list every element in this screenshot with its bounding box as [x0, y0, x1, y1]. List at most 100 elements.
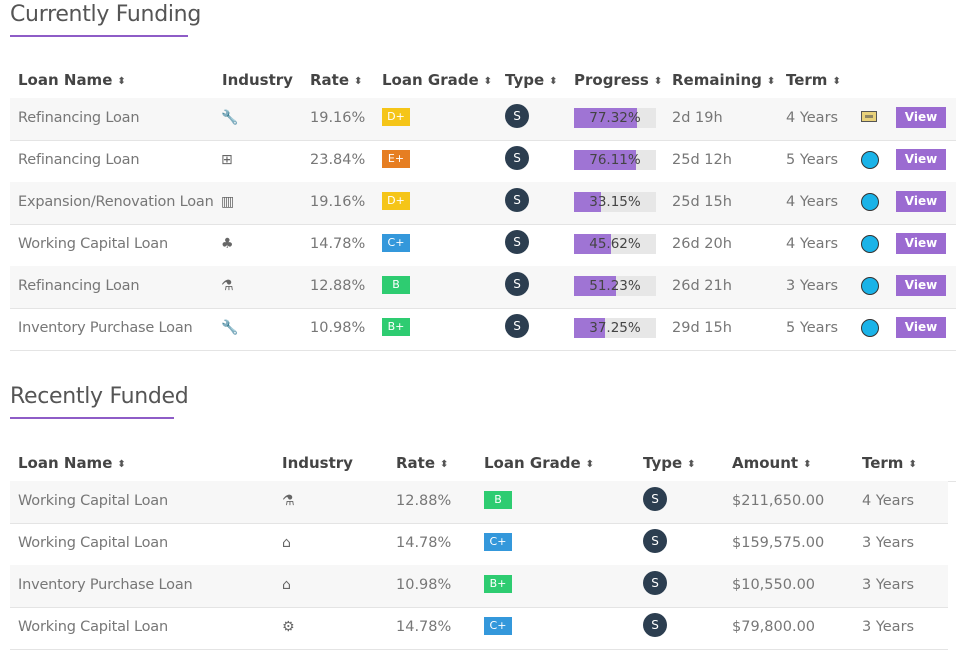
- sort-icon[interactable]: ⬍: [117, 76, 125, 87]
- type-badge: S: [643, 613, 667, 637]
- wrench-icon: 🔧: [221, 320, 239, 336]
- table-row: Inventory Purchase Loan ⌂ 10.98% B+ S $10,550…: [10, 565, 948, 608]
- rate: 12.88%: [396, 493, 452, 509]
- loan-grade-cell: B: [382, 266, 410, 308]
- rate: 10.98%: [310, 320, 366, 336]
- view-button[interactable]: View: [896, 275, 946, 296]
- loan-name: Working Capital Loan: [18, 619, 168, 635]
- rate: 14.78%: [396, 619, 452, 635]
- sort-icon[interactable]: ⬍: [586, 459, 594, 470]
- table-row: Refinancing Loan 🔧 19.16% D+ S 77.32% 2d 19h 4 …: [10, 98, 956, 141]
- sort-icon[interactable]: ⬍: [654, 76, 662, 87]
- sort-icon[interactable]: ⬍: [549, 76, 557, 87]
- type-cell: S: [505, 308, 529, 350]
- view-button[interactable]: View: [896, 233, 946, 254]
- shopping-basket-icon: ⌂: [282, 535, 291, 551]
- column-header-rate[interactable]: Rate ⬍: [396, 454, 448, 472]
- view-button[interactable]: View: [896, 191, 946, 212]
- loan-grade-cell: C+: [484, 607, 512, 649]
- type-cell: S: [643, 481, 667, 523]
- column-header-remaining[interactable]: Remaining ⬍: [672, 71, 775, 89]
- loan-grade-badge: C+: [484, 532, 512, 551]
- wrench-icon: 🔧: [221, 110, 239, 126]
- column-header-label: Industry: [282, 454, 353, 472]
- column-header-loan-name[interactable]: Loan Name ⬍: [18, 71, 126, 89]
- progress-label: 33.15%: [589, 194, 641, 210]
- sort-icon[interactable]: ⬍: [117, 459, 125, 470]
- sort-icon[interactable]: ⬍: [354, 76, 362, 87]
- amount: $211,650.00: [732, 493, 825, 509]
- sort-icon[interactable]: ⬍: [484, 76, 492, 87]
- type-badge: S: [643, 571, 667, 595]
- flask-icon: ⚗: [221, 278, 234, 294]
- column-header-loan-name[interactable]: Loan Name ⬍: [18, 454, 126, 472]
- industry-cell: ⊞: [221, 140, 233, 182]
- remaining: 25d 15h: [672, 194, 732, 210]
- view-button[interactable]: View: [896, 317, 946, 338]
- table-row: Refinancing Loan ⚗ 12.88% B S 51.23% 26d 21h 3 …: [10, 266, 956, 309]
- column-header-type[interactable]: Type ⬍: [643, 454, 696, 472]
- table-row: Working Capital Loan ⌂ 14.78% C+ S $159,575.0…: [10, 523, 948, 566]
- table-row: Working Capital Loan ⚙ 14.78% C+ S $79,800.00…: [10, 607, 948, 650]
- column-header-loan-grade[interactable]: Loan Grade ⬍: [382, 71, 492, 89]
- term: 5 Years: [786, 320, 839, 336]
- table-header: Loan Name ⬍ Industry Rate ⬍ Loan Grade ⬍ Type ⬍ P…: [10, 60, 956, 99]
- blue-circle-icon: [861, 319, 879, 337]
- table-row: Refinancing Loan ⊞ 23.84% E+ S 76.11% 25d 12h 5…: [10, 140, 956, 183]
- column-header-industry[interactable]: Industry: [282, 454, 353, 472]
- loan-grade-cell: B: [484, 481, 512, 523]
- industry-cell: ♣: [221, 224, 234, 266]
- rate: 19.16%: [310, 110, 366, 126]
- table-header: Loan Name ⬍ Industry Rate ⬍ Loan Grade ⬍ Type ⬍ A…: [10, 443, 956, 482]
- type-badge: S: [505, 314, 529, 338]
- blue-circle-icon: [861, 277, 879, 295]
- sort-icon[interactable]: ⬍: [687, 459, 695, 470]
- progress-bar: 51.23%: [574, 276, 656, 296]
- column-header-term[interactable]: Term ⬍: [862, 454, 917, 472]
- type-cell: S: [643, 607, 667, 649]
- title-underline: [10, 35, 188, 37]
- rate: 14.78%: [310, 236, 366, 252]
- loan-grade-badge: C+: [484, 616, 512, 635]
- type-badge: S: [505, 146, 529, 170]
- table-row: Working Capital Loan ⚗ 12.88% B S $211,650.00…: [10, 481, 948, 524]
- loan-name: Inventory Purchase Loan: [18, 577, 193, 593]
- column-header-type[interactable]: Type ⬍: [505, 71, 558, 89]
- sort-icon[interactable]: ⬍: [803, 459, 811, 470]
- column-header-progress[interactable]: Progress ⬍: [574, 71, 662, 89]
- column-header-term[interactable]: Term ⬍: [786, 71, 841, 89]
- building-icon: ▥: [221, 194, 235, 210]
- sort-icon[interactable]: ⬍: [832, 76, 840, 87]
- table-row: Expansion/Renovation Loan ▥ 19.16% D+ S 33.15…: [10, 182, 956, 225]
- column-header-industry[interactable]: Industry: [222, 71, 293, 89]
- table-row: Working Capital Loan ♣ 14.78% C+ S 45.62% 26d …: [10, 224, 956, 267]
- view-button[interactable]: View: [896, 149, 946, 170]
- loan-grade-badge: E+: [382, 149, 410, 168]
- progress-bar: 45.62%: [574, 234, 656, 254]
- loan-grade-badge: C+: [382, 233, 410, 252]
- recently-funded-title: Recently Funded: [10, 384, 189, 409]
- sort-icon[interactable]: ⬍: [440, 459, 448, 470]
- column-header-loan-grade[interactable]: Loan Grade ⬍: [484, 454, 594, 472]
- loan-name: Working Capital Loan: [18, 493, 168, 509]
- loan-grade-cell: B+: [484, 565, 512, 607]
- rate: 14.78%: [396, 535, 452, 551]
- blue-circle-icon: [861, 193, 879, 211]
- progress-bar: 76.11%: [574, 150, 656, 170]
- sort-icon[interactable]: ⬍: [767, 76, 775, 87]
- type-cell: S: [505, 266, 529, 308]
- column-header-label: Industry: [222, 71, 293, 89]
- column-header-label: Loan Name: [18, 71, 113, 89]
- progress-label: 45.62%: [589, 236, 641, 252]
- column-header-label: Remaining: [672, 71, 762, 89]
- progress-bar: 77.32%: [574, 108, 656, 128]
- column-header-rate[interactable]: Rate ⬍: [310, 71, 362, 89]
- sort-icon[interactable]: ⬍: [908, 459, 916, 470]
- type-cell: S: [643, 565, 667, 607]
- view-button[interactable]: View: [896, 107, 946, 128]
- column-header-amount[interactable]: Amount ⬍: [732, 454, 811, 472]
- loan-grade-badge: B+: [484, 574, 512, 593]
- loan-grade-cell: C+: [484, 523, 512, 565]
- gears-icon: ⚙: [282, 619, 295, 635]
- industry-cell: 🔧: [221, 98, 238, 140]
